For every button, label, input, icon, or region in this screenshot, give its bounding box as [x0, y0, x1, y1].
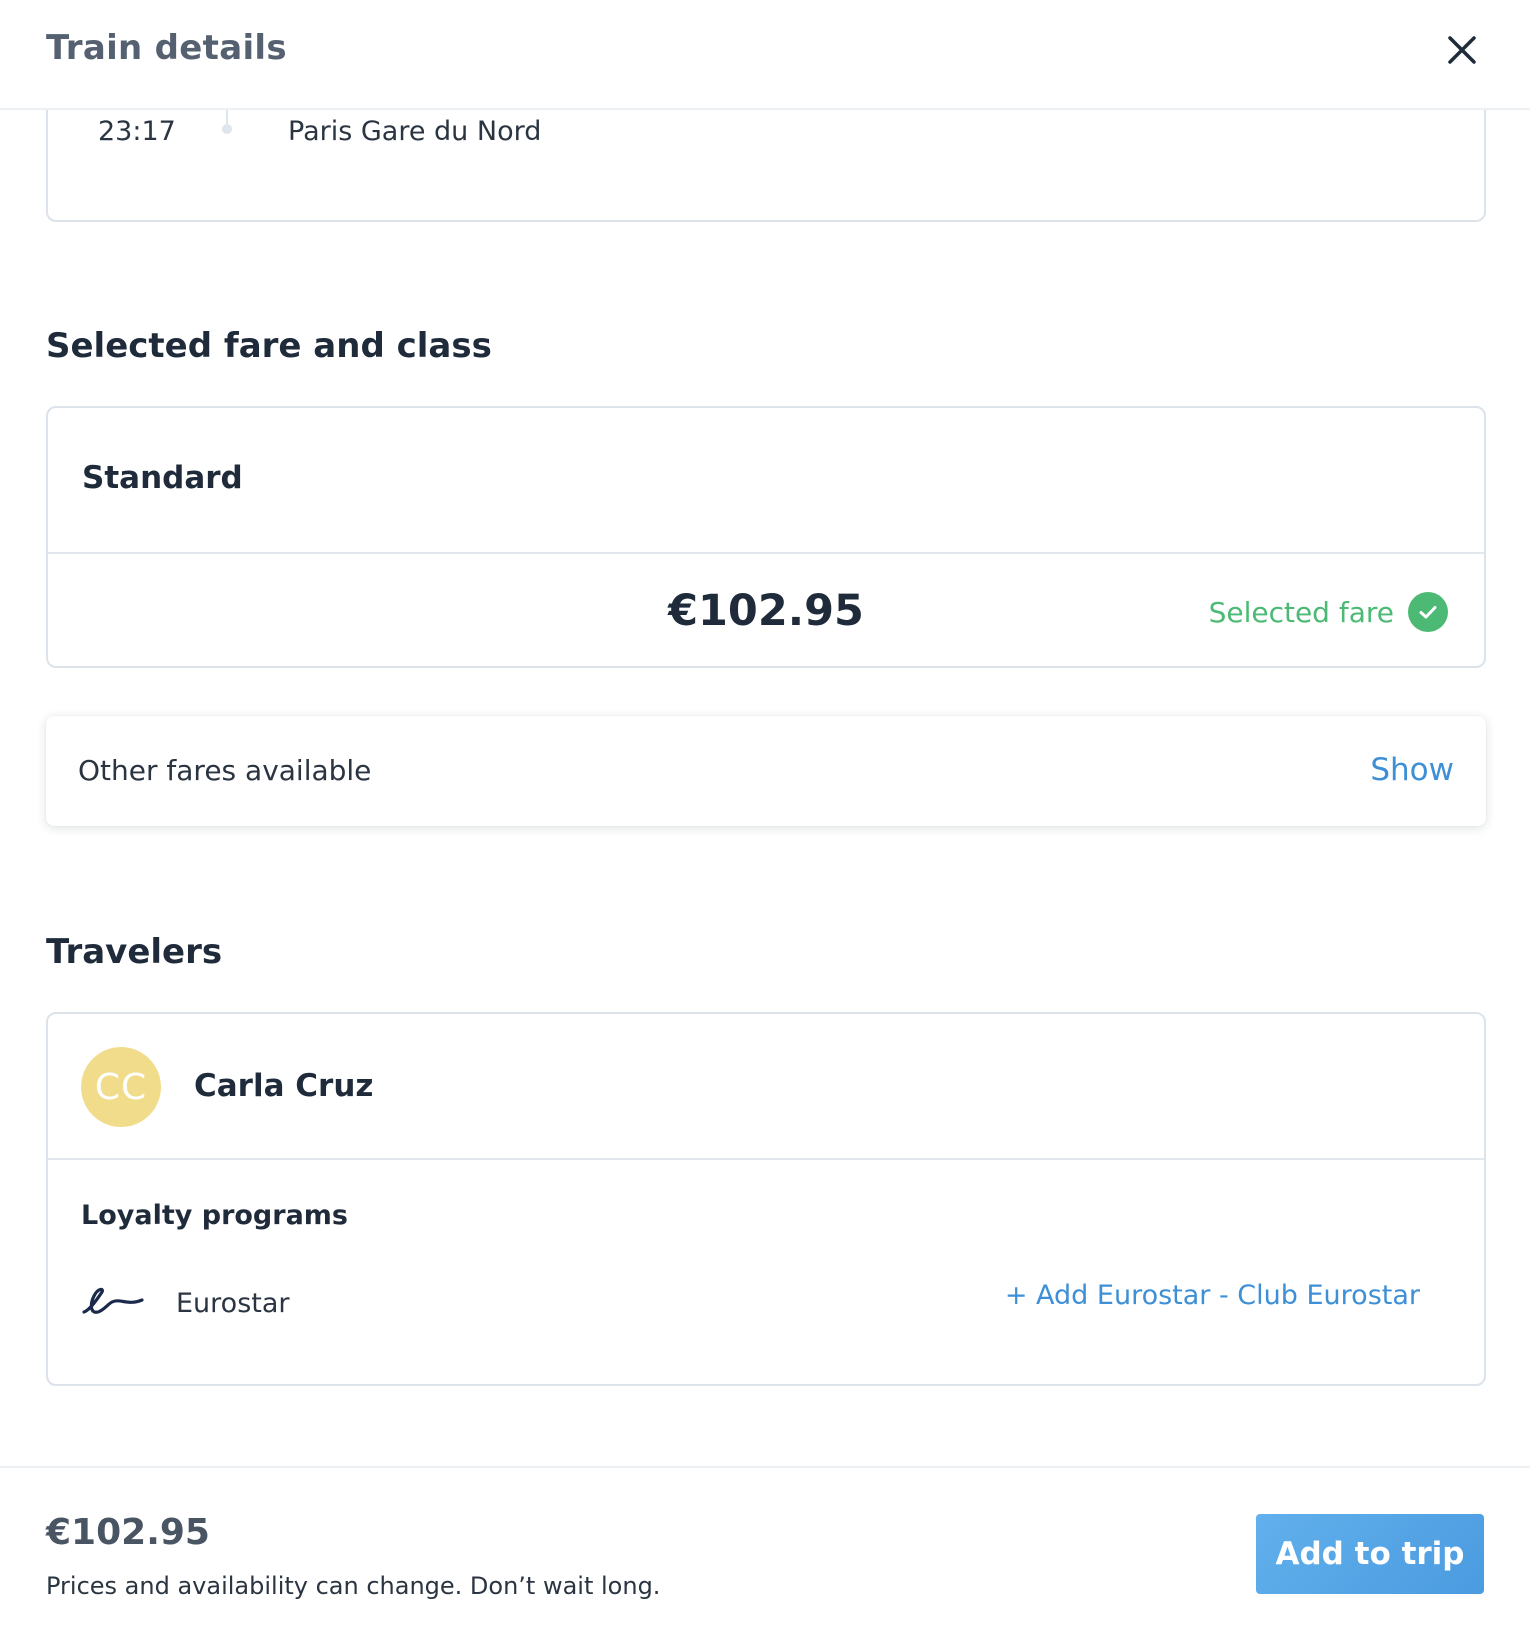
modal-title: Train details	[46, 28, 287, 68]
loyalty-program-name: Eurostar	[176, 1288, 290, 1319]
total-price: €102.95	[46, 1512, 210, 1553]
close-button[interactable]	[1440, 28, 1484, 72]
check-circle-icon	[1408, 592, 1448, 632]
fare-section-title: Selected fare and class	[46, 326, 492, 366]
selected-fare-badge: Selected fare	[1209, 592, 1448, 632]
travelers-section-title: Travelers	[46, 932, 223, 972]
modal-header: Train details	[0, 0, 1530, 110]
route-timeline-dot	[222, 124, 232, 134]
traveler-name: Carla Cruz	[194, 1068, 374, 1104]
divider	[48, 552, 1484, 554]
fare-class-name: Standard	[82, 460, 243, 496]
arrival-station: Paris Gare du Nord	[288, 116, 542, 147]
loyalty-programs-title: Loyalty programs	[81, 1200, 348, 1231]
close-icon[interactable]	[1440, 28, 1484, 72]
eurostar-logo-icon	[82, 1287, 144, 1314]
modal-footer: €102.95 Prices and availability can chan…	[0, 1466, 1530, 1632]
other-fares-panel: Other fares available Show	[46, 716, 1486, 826]
arrival-time: 23:17	[98, 116, 176, 147]
add-loyalty-program-link[interactable]: + Add Eurostar - Club Eurostar	[1005, 1280, 1420, 1311]
traveler-card: CC Carla Cruz Loyalty programs Eurostar …	[46, 1012, 1486, 1386]
avatar: CC	[81, 1047, 161, 1127]
divider	[48, 1158, 1484, 1160]
price-disclaimer: Prices and availability can change. Don’…	[46, 1572, 661, 1600]
selected-fare-card: Standard €102.95 Selected fare	[46, 406, 1486, 668]
add-to-trip-button[interactable]: Add to trip	[1256, 1514, 1484, 1594]
selected-fare-label: Selected fare	[1208, 595, 1394, 629]
show-other-fares-link[interactable]: Show	[1370, 752, 1454, 788]
other-fares-label: Other fares available	[78, 754, 372, 787]
